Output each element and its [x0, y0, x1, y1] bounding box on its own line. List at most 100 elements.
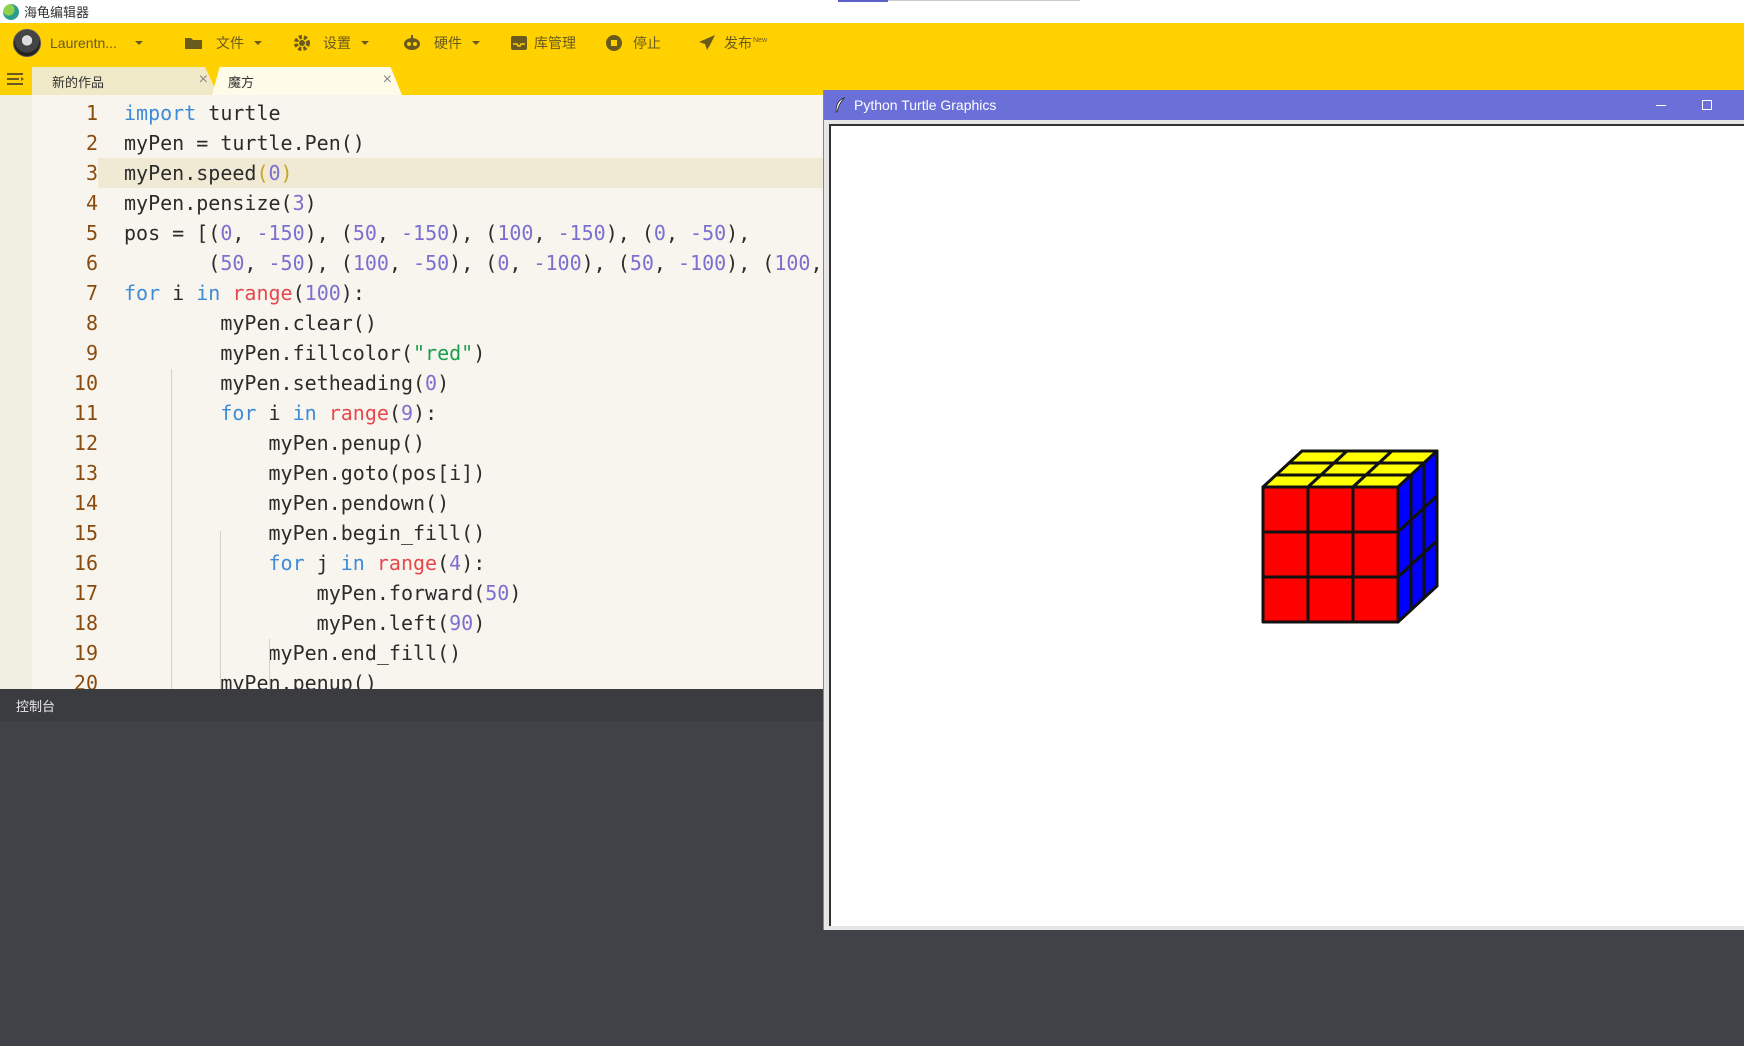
- publish-button[interactable]: 发布New: [698, 23, 767, 63]
- console-title: 控制台: [16, 698, 56, 714]
- file-menu-label: 文件: [216, 35, 244, 51]
- code-token: i: [160, 281, 197, 305]
- code-token: (: [437, 551, 450, 575]
- code-line[interactable]: myPen.pendown(): [124, 488, 449, 518]
- code-token: ,: [376, 221, 401, 245]
- line-number: 6: [85, 251, 98, 275]
- stop-button[interactable]: 停止: [605, 23, 661, 63]
- library-button[interactable]: 库管理: [510, 23, 576, 63]
- code-line[interactable]: myPen.setheading(0): [124, 368, 449, 398]
- code-line[interactable]: myPen.penup(): [124, 668, 377, 689]
- close-icon[interactable]: ×: [199, 72, 208, 88]
- code-token: range: [376, 551, 438, 575]
- code-token: myPen = turtle.Pen(): [124, 131, 365, 155]
- code-token: range: [232, 281, 293, 305]
- line-number: 12: [73, 431, 98, 455]
- code-token: myPen.end_fill(): [124, 641, 462, 665]
- cube-side-sticker: [1422, 539, 1439, 600]
- code-token: in: [292, 401, 317, 425]
- code-line[interactable]: myPen.penup(): [124, 428, 425, 458]
- hardware-menu[interactable]: 硬件: [402, 23, 480, 63]
- code-token: ): [509, 581, 522, 605]
- code-line[interactable]: import turtle: [124, 98, 281, 128]
- cube-front-sticker: [1351, 530, 1400, 579]
- folder-icon: [185, 38, 202, 49]
- app-title: 海龟编辑器: [24, 5, 90, 20]
- code-token: 100: [497, 221, 534, 245]
- code-token: for: [220, 401, 257, 425]
- code-token: in: [340, 551, 365, 575]
- code-line[interactable]: myPen.end_fill(): [124, 638, 461, 668]
- main-toolbar: Laurentn... 文件 设置 硬件 库管理 停止 发布New: [0, 23, 1744, 63]
- stop-label: 停止: [633, 35, 661, 51]
- settings-menu-label: 设置: [323, 35, 351, 51]
- hardware-menu-label: 硬件: [434, 35, 462, 51]
- code-token: range: [328, 401, 389, 425]
- maximize-icon: [1702, 100, 1712, 110]
- code-token: ):: [340, 281, 365, 305]
- console-output[interactable]: [0, 721, 824, 1046]
- code-line[interactable]: myPen.forward(50): [124, 578, 522, 608]
- code-token: ): [473, 611, 486, 635]
- code-token: 50: [629, 251, 654, 275]
- code-token: (: [388, 401, 401, 425]
- minimize-button[interactable]: [1649, 94, 1673, 116]
- code-token: ): [280, 161, 293, 185]
- code-line[interactable]: (50, -50), (100, -50), (0, -100), (50, -…: [124, 248, 822, 278]
- cube-front-sticker: [1306, 575, 1355, 624]
- code-line[interactable]: myPen = turtle.Pen(): [124, 128, 365, 158]
- paper-plane-icon: [699, 35, 715, 50]
- code-line[interactable]: myPen.speed(0): [124, 158, 293, 188]
- code-token: -100: [678, 251, 727, 275]
- code-token: in: [196, 281, 221, 305]
- close-icon[interactable]: ×: [383, 72, 392, 88]
- tab-label: 新的作品: [52, 74, 105, 90]
- code-line[interactable]: for i in range(100):: [124, 278, 365, 308]
- code-line[interactable]: myPen.pensize(3): [124, 188, 317, 218]
- code-token: ), (: [449, 221, 498, 245]
- code-line[interactable]: myPen.left(90): [124, 608, 486, 638]
- code-token: 100: [774, 251, 811, 275]
- code-line[interactable]: myPen.fillcolor("red"): [124, 338, 485, 368]
- console-header[interactable]: 控制台: [0, 689, 824, 721]
- code-token: 0: [268, 161, 281, 185]
- app-titlebar: 海龟编辑器: [0, 0, 1744, 23]
- code-editor[interactable]: 1 2 3 4 5 6 7 8 9 10 11 12 13 14 15 16 17 18 19 20 import t…: [0, 95, 824, 689]
- code-token: ,: [388, 251, 414, 275]
- tab-new-work[interactable]: 新的作品 ×: [32, 67, 218, 95]
- code-token: 50: [220, 251, 245, 275]
- cube-front-sticker: [1261, 530, 1310, 579]
- settings-menu[interactable]: 设置: [293, 23, 369, 63]
- code-token: ,: [665, 221, 691, 245]
- turtle-canvas[interactable]: [829, 124, 1744, 926]
- code-token: myPen.speed: [124, 161, 257, 185]
- turtle-window-titlebar[interactable]: Python Turtle Graphics: [824, 90, 1744, 120]
- code-token: myPen.pensize(: [124, 191, 293, 215]
- minimize-icon: [1656, 105, 1666, 106]
- code-line[interactable]: myPen.goto(pos[i]): [124, 458, 485, 488]
- code-token: ):: [413, 401, 438, 425]
- code-token: myPen.goto(pos[i]): [124, 461, 486, 485]
- hamburger-menu-icon[interactable]: [7, 72, 25, 86]
- code-token: import: [124, 101, 197, 125]
- turtle-graphics-window[interactable]: Python Turtle Graphics: [823, 90, 1744, 930]
- code-line[interactable]: myPen.clear(): [124, 308, 377, 338]
- line-number: 8: [85, 311, 98, 335]
- tab-rubiks-cube[interactable]: 魔方 ×: [212, 67, 402, 95]
- file-menu[interactable]: 文件: [184, 23, 262, 63]
- code-token: ,: [244, 251, 269, 275]
- code-token: ),: [726, 221, 751, 245]
- user-menu[interactable]: Laurentn...: [13, 23, 143, 63]
- code-token: ), (: [605, 221, 654, 245]
- code-line[interactable]: myPen.begin_fill(): [124, 518, 485, 548]
- turtle-window-title: Python Turtle Graphics: [854, 97, 997, 113]
- code-line[interactable]: pos = [(0, -150), (50, -150), (100, -150…: [124, 218, 750, 248]
- chevron-down-icon: [472, 41, 480, 45]
- code-token: ,: [653, 251, 678, 275]
- chevron-down-icon: [254, 41, 262, 45]
- code-token: ):: [461, 551, 486, 575]
- robot-icon: [404, 35, 420, 50]
- code-line[interactable]: for j in range(4):: [124, 548, 486, 578]
- maximize-button[interactable]: [1695, 94, 1719, 116]
